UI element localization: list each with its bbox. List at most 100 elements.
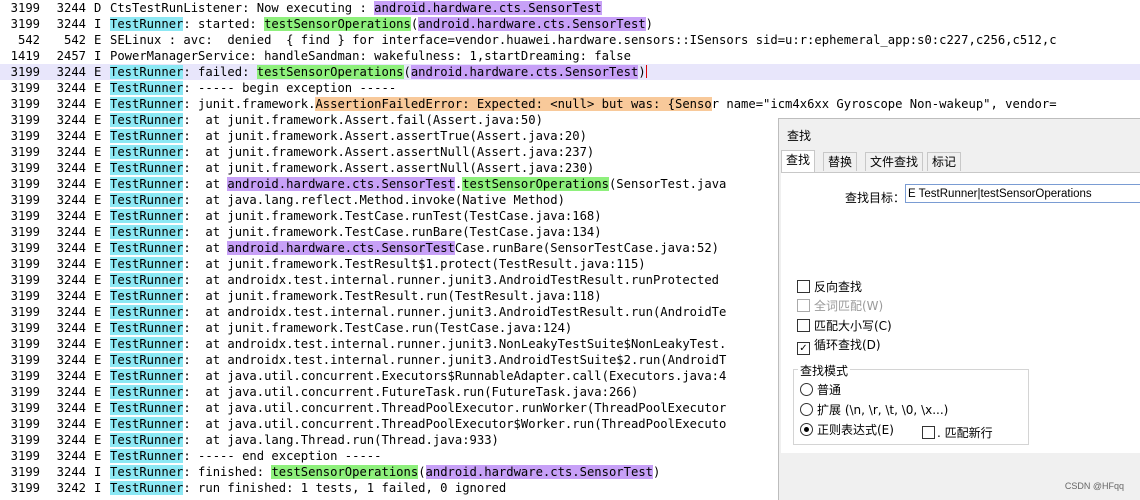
log-tid: 3244 (56, 17, 86, 31)
highlight-tag: TestRunner (110, 225, 184, 239)
highlight-method: testSensorOperations (264, 17, 411, 31)
log-row[interactable]: 542 542 E SELinux : avc: denied { find } fo… (0, 32, 1140, 48)
highlight-tag: TestRunner (110, 337, 184, 351)
log-message: TestRunner: at androidx.test.internal.ru… (110, 304, 726, 320)
log-level: I (94, 49, 102, 63)
log-message: TestRunner: at androidx.test.internal.ru… (110, 352, 726, 368)
log-message: TestRunner: at androidx.test.internal.ru… (110, 336, 726, 352)
log-message: TestRunner: at java.util.concurrent.Exec… (110, 368, 726, 384)
log-level: E (94, 369, 102, 383)
log-pid: 3199 (10, 417, 40, 431)
log-text: : at junit.framework.TestCase.run(TestCa… (183, 321, 573, 335)
log-tid: 3244 (56, 129, 86, 143)
log-text: : at junit.framework.TestResult$1.protec… (183, 257, 646, 271)
highlight-tag: TestRunner (110, 81, 184, 95)
highlight-class: android.hardware.cts.SensorTest (418, 17, 646, 31)
log-level: E (94, 257, 102, 271)
log-tid: 3244 (56, 209, 86, 223)
highlight-tag: TestRunner (110, 369, 184, 383)
log-row[interactable]: 1419 2457 I PowerManagerService: handleSand… (0, 48, 1140, 64)
log-text: : at java.util.concurrent.ThreadPoolExec… (183, 401, 727, 415)
highlight-tag: TestRunner (110, 465, 184, 479)
log-text: : at (183, 241, 228, 255)
checkbox-box (797, 280, 810, 293)
log-text: ( (418, 465, 426, 479)
log-pid: 3199 (10, 465, 40, 479)
reverse-search-checkbox[interactable]: 反向查找 (797, 279, 862, 295)
match-case-checkbox[interactable]: 匹配大小写(C) (797, 318, 892, 334)
log-pid: 3199 (10, 433, 40, 447)
log-pid: 1419 (10, 49, 40, 63)
radio-dot (800, 403, 813, 416)
highlight-class: android.hardware.cts.SensorTest (227, 177, 455, 191)
log-level: E (94, 433, 102, 447)
whole-word-checkbox[interactable]: 全词匹配(W) (797, 298, 883, 314)
log-text: : at (183, 177, 228, 191)
log-text: CtsTestRunListener: Now executing : (110, 1, 375, 15)
log-pid: 3199 (10, 449, 40, 463)
log-message: TestRunner: finished: testSensorOperatio… (110, 464, 660, 480)
log-pid: 3199 (10, 241, 40, 255)
tab-mark[interactable]: 标记 (927, 152, 962, 171)
log-message: TestRunner: at java.lang.Thread.run(Thre… (110, 432, 499, 448)
log-pid: 3199 (10, 401, 40, 415)
highlight-class: android.hardware.cts.SensorTest (374, 1, 602, 15)
highlight-method: testSensorOperations (271, 465, 419, 479)
log-pid: 3199 (10, 321, 40, 335)
log-text: : at java.util.concurrent.Executors$Runn… (183, 369, 727, 383)
log-tid: 3244 (56, 257, 86, 271)
log-pid: 3199 (10, 161, 40, 175)
log-tid: 542 (63, 33, 86, 47)
checkbox-box (797, 299, 810, 312)
checkmark-icon: ✓ (797, 342, 810, 355)
wrap-around-label: 循环查找(D) (814, 338, 881, 352)
log-tid: 3244 (56, 369, 86, 383)
log-text: ) (645, 17, 653, 31)
highlight-tag: TestRunner (110, 97, 184, 111)
log-row[interactable]: 3199 3244 I TestRunner: started: testSensor… (0, 16, 1140, 32)
highlight-class: android.hardware.cts.SensorTest (227, 241, 455, 255)
dialog-tabs: 查找 替换 文件查找 标记 (781, 150, 1140, 172)
log-row[interactable]: 3199 3244 D CtsTestRunListener: Now executi… (0, 0, 1140, 16)
log-message: TestRunner: at junit.framework.TestResul… (110, 256, 646, 272)
tab-replace[interactable]: 替换 (823, 152, 858, 171)
wrap-around-checkbox[interactable]: ✓ 循环查找(D) (797, 337, 881, 355)
mode-extended-radio[interactable]: 扩展 (\n, \r, \t, \0, \x...) (800, 402, 948, 418)
mode-regex-radio[interactable]: 正则表达式(E) (800, 422, 894, 438)
log-tid: 3244 (56, 225, 86, 239)
dot-matches-newline-checkbox[interactable]: . 匹配新行 (922, 425, 993, 441)
log-row[interactable]: 3199 3244 E TestRunner: failed: testSensorO… (0, 64, 1140, 80)
highlight-tag: TestRunner (110, 129, 184, 143)
log-text: : failed: (183, 65, 257, 79)
highlight-tag: TestRunner (110, 257, 184, 271)
log-tid: 3244 (56, 177, 86, 191)
log-level: E (94, 305, 102, 319)
log-message: TestRunner: at junit.framework.Assert.as… (110, 144, 594, 160)
log-level: E (94, 273, 102, 287)
log-message: TestRunner: at junit.framework.Assert.as… (110, 160, 594, 176)
whole-word-label: 全词匹配(W) (814, 299, 884, 313)
log-row[interactable]: 3199 3244 E TestRunner: ----- begin excepti… (0, 80, 1140, 96)
log-tid: 3244 (56, 81, 86, 95)
log-pid: 3199 (10, 1, 40, 15)
search-mode-title: 查找模式 (798, 362, 851, 379)
find-target-input[interactable]: E TestRunner|testSensorOperations (905, 184, 1140, 203)
highlight-method: testSensorOperations (462, 177, 609, 191)
log-text: : at junit.framework.Assert.assertNull(A… (183, 161, 595, 175)
highlight-tag: TestRunner (110, 353, 184, 367)
highlight-tag: TestRunner (110, 17, 184, 31)
tab-find-in-files[interactable]: 文件查找 (865, 152, 924, 171)
log-level: I (94, 465, 102, 479)
highlight-err: AssertionFailedError: Expected: <null> b… (315, 97, 712, 111)
highlight-tag: TestRunner (110, 481, 184, 495)
log-message: TestRunner: at junit.framework.Assert.as… (110, 128, 587, 144)
log-row[interactable]: 3199 3244 E TestRunner: junit.framework.Ass… (0, 96, 1140, 112)
log-message: TestRunner: at junit.framework.TestCase.… (110, 224, 602, 240)
tab-find[interactable]: 查找 (781, 150, 816, 172)
log-pid: 3199 (10, 257, 40, 271)
highlight-tag: TestRunner (110, 273, 184, 287)
mode-regex-label: 正则表达式(E) (817, 423, 894, 437)
log-tid: 2457 (56, 49, 86, 63)
mode-normal-radio[interactable]: 普通 (800, 382, 841, 398)
log-text: : at junit.framework.Assert.assertTrue(A… (183, 129, 587, 143)
